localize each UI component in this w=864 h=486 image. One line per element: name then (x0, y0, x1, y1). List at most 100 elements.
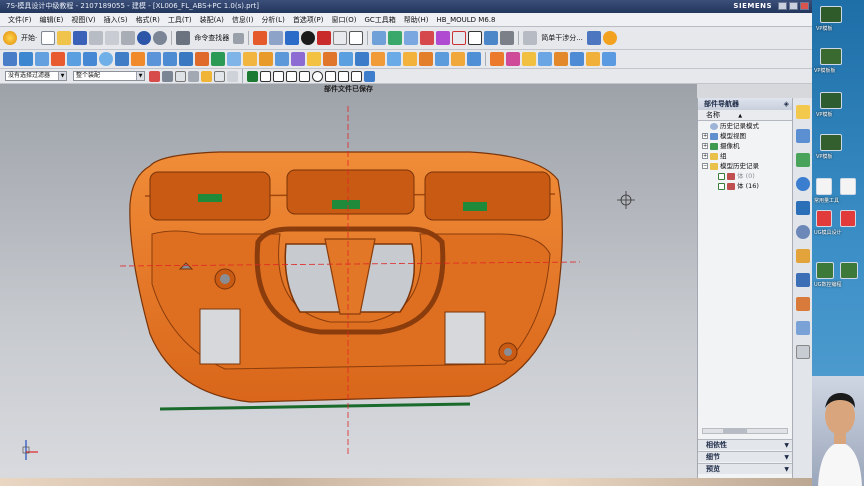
intersection-point-icon[interactable] (299, 70, 310, 82)
desktop-file-icon[interactable] (820, 6, 842, 23)
start-menu-button[interactable]: 开始· (21, 33, 37, 43)
mirror-icon[interactable] (339, 52, 353, 66)
patch-icon[interactable] (387, 52, 401, 66)
wcs-icon[interactable] (420, 31, 435, 45)
shell-icon[interactable] (275, 52, 289, 66)
snap-icon[interactable] (247, 70, 258, 82)
menu-hb-mould[interactable]: HB_MOULD M6.8 (433, 13, 500, 27)
pad-icon[interactable] (147, 52, 161, 66)
measure-angle-icon[interactable] (500, 31, 515, 45)
save-icon[interactable] (73, 31, 88, 45)
menu-assembly[interactable]: 装配(A) (196, 13, 228, 27)
point-on-face-icon[interactable] (351, 70, 362, 82)
ejector-icon[interactable] (570, 52, 584, 66)
move-object-icon[interactable] (388, 31, 403, 45)
assembly-scope-dropdown[interactable]: 整个装配 ▼ (73, 71, 145, 81)
tree-item-body-16[interactable]: 体 (16) (698, 181, 792, 191)
paste-icon[interactable] (121, 31, 136, 45)
measure-distance-icon[interactable] (484, 31, 499, 45)
analysis-icon[interactable] (586, 31, 601, 45)
snap-point-icon[interactable] (188, 70, 199, 82)
move-face-icon[interactable] (451, 52, 465, 66)
mold-base-icon[interactable] (538, 52, 552, 66)
undo-icon[interactable] (137, 31, 152, 45)
edge-blend-icon[interactable] (243, 52, 257, 66)
desktop-file-icon[interactable] (840, 178, 856, 195)
desktop-file-icon[interactable] (816, 210, 832, 227)
point-on-curve-icon[interactable] (338, 70, 349, 82)
command-finder-button[interactable]: 命令查找器 (194, 33, 229, 43)
arc-center-icon[interactable] (312, 70, 323, 82)
expand-icon[interactable]: + (702, 153, 708, 159)
menu-view[interactable]: 视图(V) (67, 13, 99, 27)
hole-icon[interactable] (115, 52, 129, 66)
display-mode-icon[interactable] (333, 31, 348, 45)
mold-wizard-icon[interactable] (490, 52, 504, 66)
menu-analysis[interactable]: 分析(L) (257, 13, 288, 27)
mold-part-model[interactable] (129, 151, 563, 411)
expand-icon[interactable]: + (702, 133, 708, 139)
history-icon[interactable] (796, 225, 810, 239)
menu-gc-toolkit[interactable]: GC工具箱 (360, 13, 399, 27)
select-all-icon[interactable] (175, 70, 186, 82)
system-scenes-icon[interactable] (796, 321, 810, 335)
select-edge-icon[interactable] (227, 70, 238, 82)
rotate-view-icon[interactable] (301, 31, 316, 45)
tree-item-groups[interactable]: + 组 (698, 151, 792, 161)
part-navigator-icon[interactable] (796, 129, 810, 143)
filter-icon[interactable] (162, 70, 173, 82)
quadrant-point-icon[interactable] (325, 70, 336, 82)
menu-information[interactable]: 信息(I) (228, 13, 258, 27)
unite-icon[interactable] (163, 52, 177, 66)
cut-icon[interactable] (89, 31, 104, 45)
close-button[interactable] (800, 2, 809, 10)
select-face-icon[interactable] (214, 70, 225, 82)
menu-file[interactable]: 文件(F) (4, 13, 36, 27)
sew-icon[interactable] (371, 52, 385, 66)
selection-filter-dropdown[interactable]: 没有选择过滤器 ▼ (5, 71, 67, 81)
section-preview[interactable]: 预览 ▼ (698, 463, 793, 474)
desktop-file-icon[interactable] (820, 48, 842, 65)
electrode-icon[interactable] (602, 52, 616, 66)
dropdown-arrow-icon[interactable] (233, 32, 245, 44)
subtract-icon[interactable] (179, 52, 193, 66)
sketch-icon[interactable] (3, 52, 17, 66)
menu-format[interactable]: 格式(R) (132, 13, 164, 27)
midpoint-icon[interactable] (273, 70, 284, 82)
cylinder-icon[interactable] (83, 52, 97, 66)
start-icon[interactable] (3, 31, 17, 45)
tree-item-cameras[interactable]: + 摄像机 (698, 141, 792, 151)
simple-interference-button[interactable]: 简单干涉分... (541, 33, 583, 43)
general-selection-icon[interactable] (149, 70, 160, 82)
simple-interference-icon[interactable] (523, 31, 538, 45)
expand-icon[interactable]: + (702, 143, 708, 149)
tree-item-model-views[interactable]: + 模型视图 (698, 131, 792, 141)
section-details[interactable]: 细节 ▼ (698, 451, 793, 462)
pin-icon[interactable]: ◈ (784, 98, 789, 110)
desktop-file-icon[interactable] (816, 262, 834, 279)
chamfer-icon[interactable] (259, 52, 273, 66)
tree-item-body-0[interactable]: 体 (0) (698, 171, 792, 181)
tree-item-history-mode[interactable]: 历史记录模式 (698, 121, 792, 131)
revolve-icon[interactable] (35, 52, 49, 66)
desktop-file-icon[interactable] (840, 210, 856, 227)
wireframe-icon[interactable] (317, 31, 332, 45)
background-color-icon[interactable] (349, 31, 364, 45)
thicken-icon[interactable] (323, 52, 337, 66)
menu-help[interactable]: 帮助(H) (400, 13, 433, 27)
minimize-button[interactable] (778, 2, 787, 10)
navigator-horizontal-scrollbar[interactable] (702, 428, 788, 434)
select-body-icon[interactable] (201, 70, 212, 82)
select-icon[interactable] (468, 31, 483, 45)
fit-view-icon[interactable] (253, 31, 268, 45)
replace-face-icon[interactable] (435, 52, 449, 66)
control-point-icon[interactable] (286, 70, 297, 82)
section-dependencies[interactable]: 相依性 ▼ (698, 439, 793, 450)
point-icon[interactable] (436, 31, 451, 45)
menu-insert[interactable]: 插入(S) (100, 13, 132, 27)
cone-icon[interactable] (51, 52, 65, 66)
roles-icon[interactable] (796, 297, 810, 311)
resize-blend-icon[interactable] (467, 52, 481, 66)
system-materials-icon[interactable] (796, 249, 810, 263)
existing-point-icon[interactable] (364, 70, 375, 82)
